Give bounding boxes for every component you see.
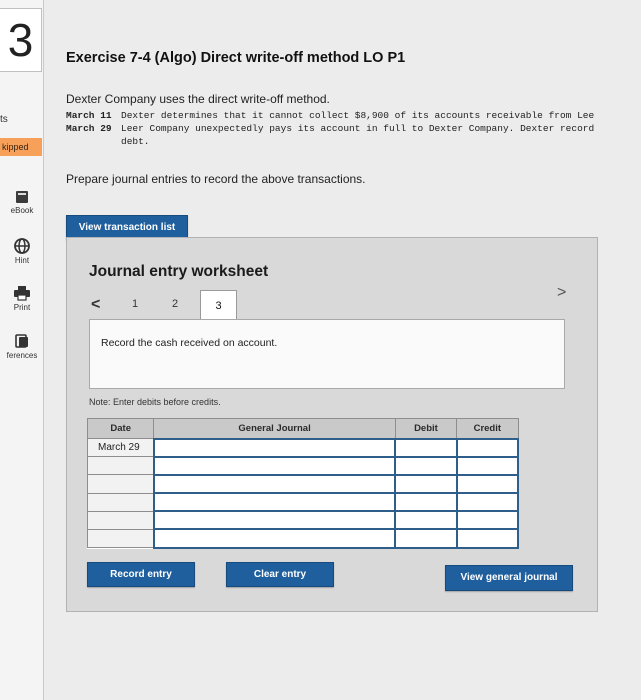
transaction-text: Leer Company unexpectedly pays its accou… — [121, 123, 595, 134]
table-row — [86, 473, 520, 495]
debit-column-header: Debit — [394, 418, 458, 439]
printer-icon — [14, 286, 30, 301]
debit-input[interactable] — [394, 528, 458, 549]
references-icon — [15, 334, 28, 348]
credit-input[interactable] — [455, 510, 520, 531]
instruction-box: Record the cash received on account. — [89, 319, 565, 389]
table-row — [86, 510, 520, 531]
table-row: March 29 — [86, 437, 520, 458]
exercise-prompt: Prepare journal entries to record the ab… — [66, 172, 366, 186]
credit-column-header: Credit — [456, 418, 519, 439]
next-page-arrow[interactable]: > — [557, 284, 566, 302]
table-row — [86, 528, 520, 549]
date-cell[interactable] — [86, 492, 155, 512]
account-input[interactable] — [152, 455, 397, 476]
prev-page-arrow[interactable]: < — [91, 296, 100, 314]
general-journal-column-header: General Journal — [153, 418, 396, 439]
question-number[interactable]: 3 — [0, 8, 42, 72]
book-icon — [16, 191, 28, 203]
status-badge: kipped — [0, 138, 42, 156]
date-cell[interactable] — [86, 510, 155, 530]
globe-icon — [14, 238, 30, 254]
credit-input[interactable] — [455, 492, 520, 513]
credit-input[interactable] — [455, 473, 520, 495]
page-tab-3-active[interactable]: 3 — [200, 290, 237, 322]
view-general-journal-button[interactable]: View general journal — [445, 565, 573, 591]
date-column-header: Date — [86, 418, 155, 439]
account-input[interactable] — [152, 492, 397, 513]
hint-tool[interactable]: Hint — [0, 238, 44, 265]
date-cell[interactable] — [86, 456, 155, 476]
transaction-text: Dexter determines that it cannot collect… — [121, 110, 595, 121]
credit-input[interactable] — [455, 437, 520, 458]
account-input[interactable] — [152, 473, 397, 495]
account-input[interactable] — [152, 437, 397, 458]
transaction-row: March 11 Dexter determines that it canno… — [66, 109, 594, 122]
transaction-text-continued: debt. — [121, 136, 150, 147]
table-row — [86, 455, 520, 476]
journal-table: Date General Journal Debit Credit March … — [86, 418, 520, 549]
exercise-title: Exercise 7-4 (Algo) Direct write-off met… — [66, 50, 406, 66]
references-label: ferences — [6, 351, 38, 360]
question-sidebar: 3 ts kipped eBook Hint Print ferences — [0, 0, 44, 700]
debit-input[interactable] — [394, 455, 458, 476]
debit-input[interactable] — [394, 510, 458, 531]
account-input[interactable] — [152, 528, 397, 549]
exercise-intro: Dexter Company uses the direct write-off… — [66, 92, 330, 106]
credit-input[interactable] — [455, 455, 520, 476]
journal-entry-worksheet: Journal entry worksheet < 1 2 3 > Record… — [66, 237, 598, 612]
debit-input[interactable] — [394, 492, 458, 513]
account-input[interactable] — [152, 510, 397, 531]
hint-label: Hint — [14, 256, 30, 265]
points-label: ts — [0, 114, 8, 125]
ebook-label: eBook — [10, 206, 34, 215]
date-cell[interactable] — [86, 474, 155, 494]
credit-input[interactable] — [455, 528, 520, 549]
entry-note: Note: Enter debits before credits. — [89, 397, 221, 407]
debit-input[interactable] — [394, 473, 458, 495]
worksheet-title: Journal entry worksheet — [89, 263, 269, 280]
table-row — [86, 492, 520, 513]
print-label: Print — [13, 303, 31, 312]
transaction-date: March 29 — [66, 123, 112, 134]
transaction-date: March 11 — [66, 110, 112, 121]
date-cell[interactable]: March 29 — [86, 437, 155, 458]
transaction-list: March 11 Dexter determines that it canno… — [66, 109, 594, 148]
clear-entry-button[interactable]: Clear entry — [226, 562, 334, 587]
print-tool[interactable]: Print — [0, 285, 44, 312]
worksheet-pager: < 1 2 3 — [89, 290, 237, 322]
ebook-tool[interactable]: eBook — [0, 190, 44, 215]
transaction-continuation: debt. — [66, 135, 594, 148]
journal-header-row: Date General Journal Debit Credit — [86, 418, 519, 439]
instruction-text: Record the cash received on account. — [101, 337, 278, 349]
page-tab-1[interactable]: 1 — [128, 298, 142, 310]
debit-input[interactable] — [394, 437, 458, 458]
page-tab-2[interactable]: 2 — [168, 298, 182, 310]
date-cell[interactable] — [86, 528, 155, 549]
record-entry-button[interactable]: Record entry — [87, 562, 195, 587]
references-tool[interactable]: ferences — [0, 333, 44, 360]
transaction-row: March 29 Leer Company unexpectedly pays … — [66, 122, 594, 135]
